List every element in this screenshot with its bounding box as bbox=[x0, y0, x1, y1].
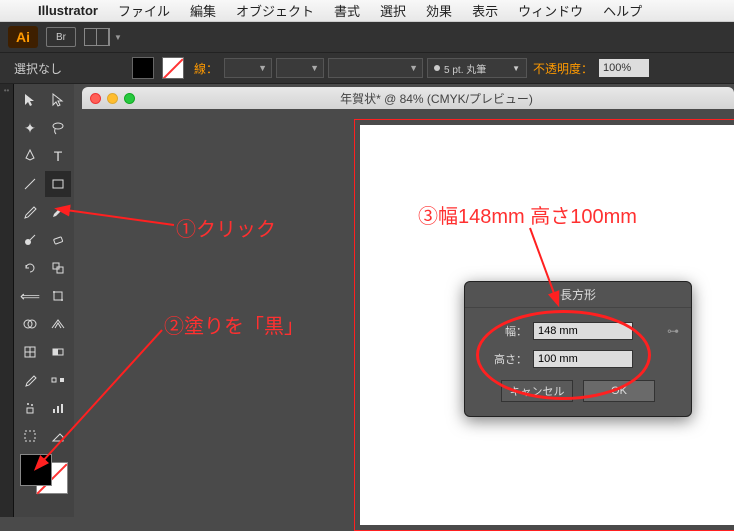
menu-edit[interactable]: 編集 bbox=[180, 1, 226, 20]
line-tool[interactable] bbox=[17, 171, 43, 197]
rectangle-tool[interactable] bbox=[45, 171, 71, 197]
direct-selection-tool[interactable] bbox=[45, 87, 71, 113]
annotation-3: ③幅148mm 高さ100mm bbox=[418, 200, 637, 229]
control-bar: 選択なし 線： ▼ ▼ ▼ 5 pt. 丸筆 ▼ 不透明度： 100% bbox=[0, 52, 734, 84]
opacity-value[interactable]: 100% bbox=[599, 59, 649, 77]
width-input[interactable] bbox=[533, 322, 633, 340]
pencil-tool[interactable] bbox=[45, 199, 71, 225]
column-graph-tool[interactable] bbox=[45, 395, 71, 421]
menu-window[interactable]: ウィンドウ bbox=[508, 1, 593, 20]
dialog-title: 長方形 bbox=[465, 282, 691, 308]
link-dimensions-icon[interactable]: ⊶ bbox=[667, 324, 679, 338]
paintbrush-tool[interactable] bbox=[17, 199, 43, 225]
fill-color-swatch[interactable] bbox=[20, 454, 52, 486]
annotation-2: ②塗りを「黒」 bbox=[164, 310, 304, 339]
app-name[interactable]: Illustrator bbox=[28, 3, 108, 18]
free-transform-tool[interactable] bbox=[45, 283, 71, 309]
symbol-sprayer-tool[interactable] bbox=[17, 395, 43, 421]
blend-tool[interactable] bbox=[45, 367, 71, 393]
eyedropper-tool[interactable] bbox=[17, 367, 43, 393]
menu-type[interactable]: 書式 bbox=[324, 1, 370, 20]
pen-tool[interactable] bbox=[17, 143, 43, 169]
fill-swatch[interactable] bbox=[132, 57, 154, 79]
zoom-window-icon[interactable] bbox=[124, 93, 135, 104]
height-label: 高さ： bbox=[479, 351, 527, 367]
selection-tool[interactable] bbox=[17, 87, 43, 113]
selection-status: 選択なし bbox=[8, 58, 68, 79]
opacity-label: 不透明度： bbox=[533, 60, 593, 77]
magic-wand-tool[interactable]: ✦ bbox=[17, 115, 43, 141]
workspace-layout-icon[interactable] bbox=[84, 28, 110, 46]
menu-file[interactable]: ファイル bbox=[108, 1, 180, 20]
shape-builder-tool[interactable] bbox=[17, 311, 43, 337]
brush-name: 5 pt. 丸筆 bbox=[444, 61, 486, 76]
width-label: 幅： bbox=[479, 323, 527, 339]
slice-tool[interactable] bbox=[45, 423, 71, 449]
cancel-button[interactable]: キャンセル bbox=[501, 380, 573, 402]
menu-object[interactable]: オブジェクト bbox=[226, 1, 324, 20]
type-tool[interactable]: T bbox=[45, 143, 71, 169]
panel-dock-strip: •• bbox=[0, 84, 14, 517]
color-selector[interactable] bbox=[20, 454, 68, 494]
rectangle-dialog: 長方形 幅： 高さ： ⊶ キャンセル OK bbox=[464, 281, 692, 417]
stroke-label: 線： bbox=[194, 60, 218, 77]
tools-panel: ✦ T ⟸ bbox=[14, 84, 74, 517]
rotate-tool[interactable] bbox=[17, 255, 43, 281]
mesh-tool[interactable] bbox=[17, 339, 43, 365]
stroke-profile-dropdown[interactable]: ▼ bbox=[328, 58, 423, 78]
menu-help[interactable]: ヘルプ bbox=[593, 1, 652, 20]
minimize-window-icon[interactable] bbox=[107, 93, 118, 104]
brush-dropdown[interactable]: 5 pt. 丸筆 ▼ bbox=[427, 58, 527, 78]
blob-brush-tool[interactable] bbox=[17, 227, 43, 253]
artboard-tool[interactable] bbox=[17, 423, 43, 449]
perspective-grid-tool[interactable] bbox=[45, 311, 71, 337]
menu-select[interactable]: 選択 bbox=[370, 1, 416, 20]
height-input[interactable] bbox=[533, 350, 633, 368]
annotation-1: ①クリック bbox=[176, 213, 276, 242]
close-window-icon[interactable] bbox=[90, 93, 101, 104]
ok-button[interactable]: OK bbox=[583, 380, 655, 402]
lasso-tool[interactable] bbox=[45, 115, 71, 141]
chevron-down-icon[interactable]: ▼ bbox=[114, 33, 122, 42]
scale-tool[interactable] bbox=[45, 255, 71, 281]
window-controls bbox=[90, 93, 135, 104]
mac-menu-bar: Illustrator ファイル 編集 オブジェクト 書式 選択 効果 表示 ウ… bbox=[0, 0, 734, 22]
stroke-weight-dropdown[interactable]: ▼ bbox=[224, 58, 272, 78]
menu-effect[interactable]: 効果 bbox=[416, 1, 462, 20]
document-titlebar[interactable]: 年賀状* @ 84% (CMYK/プレビュー) bbox=[82, 87, 734, 109]
brush-dot-icon bbox=[434, 65, 440, 71]
stroke-style-dropdown[interactable]: ▼ bbox=[276, 58, 324, 78]
gradient-tool[interactable] bbox=[45, 339, 71, 365]
document-title: 年賀状* @ 84% (CMYK/プレビュー) bbox=[147, 90, 726, 107]
menu-view[interactable]: 表示 bbox=[462, 1, 508, 20]
app-top-bar: Ai Br ▼ bbox=[0, 22, 734, 52]
stroke-swatch[interactable] bbox=[162, 57, 184, 79]
bridge-icon[interactable]: Br bbox=[46, 27, 76, 47]
illustrator-icon: Ai bbox=[8, 26, 38, 48]
width-tool[interactable]: ⟸ bbox=[17, 283, 43, 309]
eraser-tool[interactable] bbox=[45, 227, 71, 253]
